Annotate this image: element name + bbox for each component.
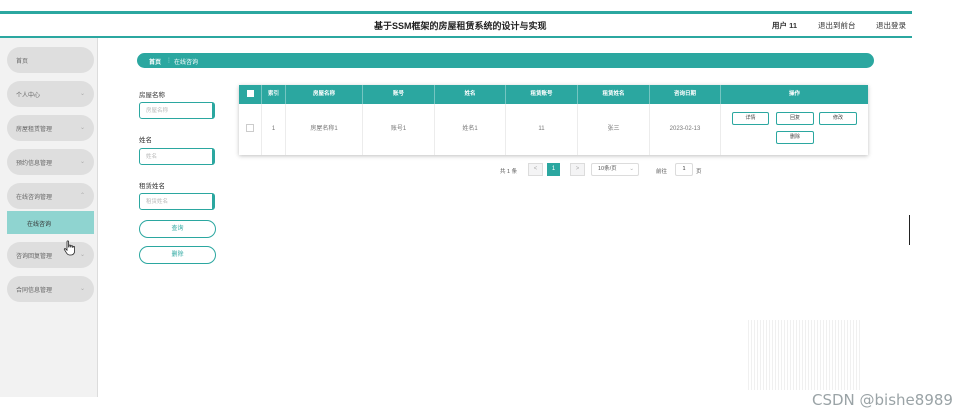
goto-page-input[interactable]: 1: [675, 163, 693, 176]
cell-tenant-account: 11: [506, 104, 578, 155]
table-header: 索引 房屋名称 账号 姓名 租赁账号 租赁姓名 咨询日期 操作: [239, 85, 868, 104]
cell-name: 姓名1: [435, 104, 506, 155]
sidebar-item-label: 合同信息管理: [16, 288, 53, 294]
name-label: 姓名: [139, 137, 152, 144]
sidebar-item-appointments[interactable]: 预约信息管理 ⌄: [7, 149, 94, 175]
cell-tenant-name: 张三: [578, 104, 650, 155]
column-header: 咨询日期: [650, 85, 721, 104]
query-button[interactable]: 查询: [139, 220, 216, 238]
chevron-down-icon: ⌄: [629, 166, 634, 172]
tenant-name-label: 租赁姓名: [139, 183, 165, 190]
page-title: 基于SSM框架的房屋租赁系统的设计与实现: [374, 21, 547, 31]
edit-button[interactable]: 修改: [819, 112, 857, 125]
column-header: 租赁账号: [506, 85, 578, 104]
column-header: 租赁姓名: [578, 85, 650, 104]
watermark: CSDN @bishe8989: [812, 391, 953, 409]
name-input[interactable]: [139, 148, 215, 165]
chevron-down-icon: ⌄: [79, 252, 85, 258]
goto-page-suffix: 页: [696, 169, 702, 175]
sidebar-item-label: 个人中心: [16, 93, 41, 99]
sidebar-item-label: 房屋租赁管理: [16, 127, 53, 133]
house-name-label: 房屋名称: [139, 92, 165, 99]
current-user: 用户 11: [772, 21, 798, 30]
detail-button[interactable]: 详情: [732, 112, 769, 125]
sidebar-item-online-consult[interactable]: 在线咨询管理 ⌃: [7, 183, 94, 209]
back-to-frontend-link[interactable]: 退出到前台: [818, 20, 856, 31]
cell-house-name: 房屋名称1: [286, 104, 363, 155]
header-bottom-accent-line: [0, 36, 912, 38]
sidebar-subitem-online-consult[interactable]: 在线咨询: [7, 211, 94, 234]
select-all-checkbox[interactable]: [239, 85, 262, 104]
breadcrumb-home[interactable]: 首页: [149, 57, 161, 66]
consult-table: 索引 房屋名称 账号 姓名 租赁账号 租赁姓名 咨询日期 操作 1 房屋名称1 …: [239, 85, 868, 155]
column-header: 房屋名称: [286, 85, 363, 104]
column-header: 索引: [262, 85, 286, 104]
breadcrumb-separator: ⋮: [166, 58, 172, 64]
column-header: 姓名: [435, 85, 506, 104]
goto-label: 前往: [656, 169, 668, 175]
tenant-name-input[interactable]: [139, 193, 215, 210]
column-header: 账号: [363, 85, 435, 104]
column-header: 操作: [788, 91, 800, 97]
pagination-next-button[interactable]: >: [570, 163, 585, 176]
pagination-current-page[interactable]: 1: [547, 163, 560, 176]
row-checkbox[interactable]: [239, 104, 262, 155]
sidebar-item-contracts[interactable]: 合同信息管理 ⌄: [7, 276, 94, 302]
sidebar-item-consult-replies[interactable]: 咨询回复管理 ⌄: [7, 242, 94, 268]
chevron-down-icon: ⌄: [79, 159, 85, 165]
reply-button[interactable]: 回复: [776, 112, 814, 125]
pagination-prev-button[interactable]: <: [528, 163, 543, 176]
breadcrumb-current: 在线咨询: [174, 60, 199, 66]
pagination-total: 共 1 条: [500, 169, 518, 175]
cell-account: 账号1: [363, 104, 435, 155]
delete-button[interactable]: 删除: [139, 246, 216, 264]
page-size-select[interactable]: 10条/页 ⌄: [591, 163, 639, 176]
text-cursor-line: [909, 215, 910, 245]
sidebar-item-label: 首页: [16, 59, 29, 65]
cell-actions: 详情 回复 修改 删除: [721, 104, 868, 155]
header: 基于SSM框架的房屋租赁系统的设计与实现 用户 11 退出到前台 退出登录: [0, 14, 974, 36]
sidebar-subitem-label: 在线咨询: [27, 222, 52, 228]
chevron-down-icon: ⌄: [79, 286, 85, 292]
chevron-up-icon: ⌃: [79, 193, 85, 199]
hand-pointer-icon: [63, 240, 75, 256]
sidebar-item-label: 预约信息管理: [16, 161, 53, 167]
decorative-stripes: [748, 320, 860, 390]
cell-date: 2023-02-13: [650, 104, 721, 155]
sidebar-item-profile[interactable]: 个人中心 ⌄: [7, 81, 94, 107]
breadcrumb: 首页 ⋮ 在线咨询: [137, 53, 874, 68]
cell-index: 1: [262, 104, 286, 155]
sidebar-item-home[interactable]: 首页: [7, 47, 94, 73]
chevron-down-icon: ⌄: [79, 91, 85, 97]
sidebar-item-label: 在线咨询管理: [16, 195, 53, 201]
logout-link[interactable]: 退出登录: [876, 20, 906, 31]
house-name-input[interactable]: [139, 102, 215, 119]
page-size-value: 10条/页: [598, 166, 617, 172]
sidebar-item-house-rental[interactable]: 房屋租赁管理 ⌄: [7, 115, 94, 141]
row-delete-button[interactable]: 删除: [776, 131, 814, 144]
sidebar-item-label: 咨询回复管理: [16, 254, 53, 260]
chevron-down-icon: ⌄: [79, 125, 85, 131]
